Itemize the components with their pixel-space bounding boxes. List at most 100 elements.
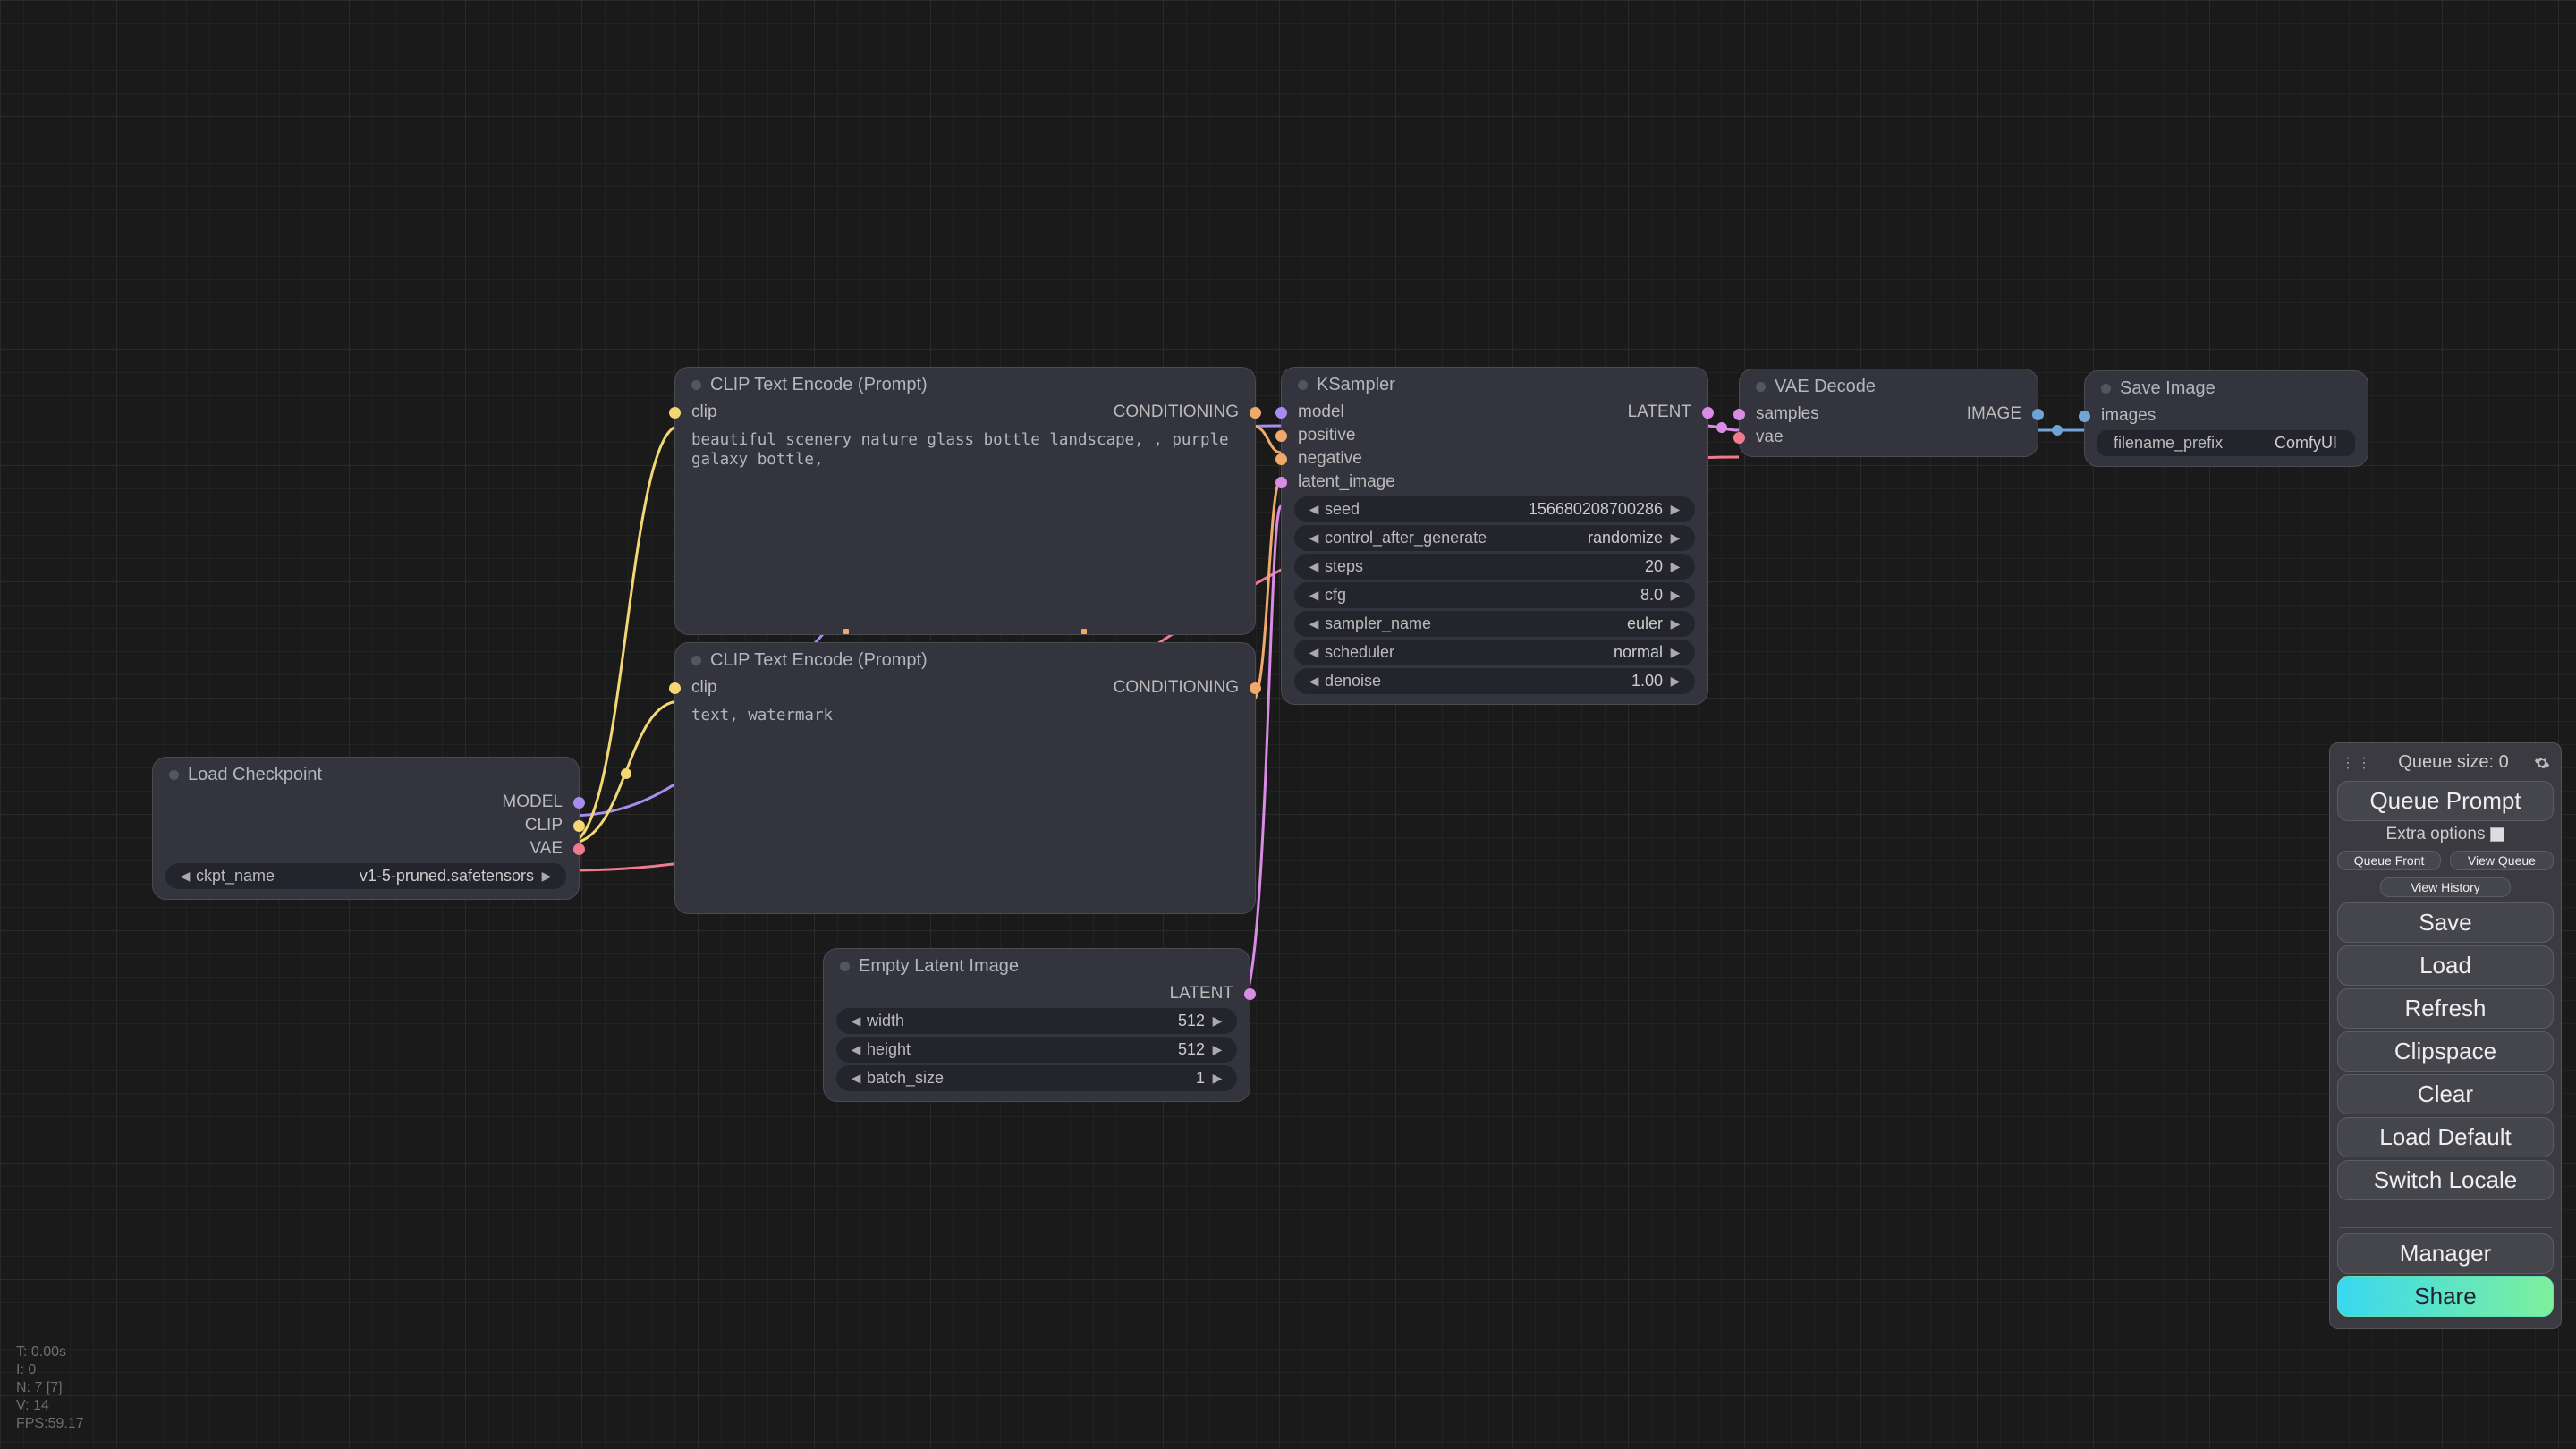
- chevron-right-icon[interactable]: ▶: [1668, 502, 1682, 517]
- output-conditioning: CONDITIONING: [1114, 402, 1239, 422]
- chevron-right-icon[interactable]: ▶: [539, 869, 554, 884]
- sampler-name-value: euler: [1627, 614, 1668, 633]
- cfg-label: cfg: [1321, 586, 1346, 605]
- steps-widget[interactable]: ◀steps 20▶: [1294, 554, 1695, 580]
- clipspace-button[interactable]: Clipspace: [2337, 1031, 2554, 1072]
- denoise-value: 1.00: [1631, 672, 1668, 691]
- filename-prefix-widget[interactable]: filename_prefix ComfyUI: [2097, 430, 2355, 456]
- height-value: 512: [1178, 1040, 1210, 1059]
- chevron-left-icon[interactable]: ◀: [849, 1071, 863, 1086]
- chevron-left-icon[interactable]: ◀: [1307, 559, 1321, 574]
- chevron-left-icon[interactable]: ◀: [849, 1013, 863, 1029]
- prompt-textarea[interactable]: text, watermark: [691, 705, 1239, 737]
- queue-prompt-button[interactable]: Queue Prompt: [2337, 781, 2554, 821]
- filename-prefix-label: filename_prefix: [2110, 434, 2223, 453]
- output-vae: VAE: [530, 839, 563, 859]
- width-value: 512: [1178, 1012, 1210, 1030]
- ckpt-name-value: v1-5-pruned.safetensors: [360, 867, 539, 886]
- input-latent-image: latent_image: [1298, 472, 1395, 492]
- extra-options-checkbox[interactable]: [2490, 827, 2504, 842]
- output-latent: LATENT: [1628, 402, 1691, 422]
- node-clip-negative[interactable]: CLIP Text Encode (Prompt) clip CONDITION…: [674, 642, 1256, 914]
- node-clip-positive[interactable]: CLIP Text Encode (Prompt) clip CONDITION…: [674, 367, 1256, 635]
- chevron-right-icon[interactable]: ▶: [1210, 1042, 1224, 1057]
- batch-size-widget[interactable]: ◀batch_size1▶: [836, 1065, 1237, 1091]
- switch-locale-button[interactable]: Switch Locale: [2337, 1160, 2554, 1200]
- chevron-right-icon[interactable]: ▶: [1668, 645, 1682, 660]
- input-clip: clip: [691, 402, 717, 422]
- output-model: MODEL: [502, 792, 563, 812]
- seed-value: 156680208700286: [1529, 500, 1668, 519]
- width-label: width: [863, 1012, 904, 1030]
- chevron-left-icon[interactable]: ◀: [1307, 674, 1321, 689]
- chevron-right-icon[interactable]: ▶: [1210, 1071, 1224, 1086]
- node-ksampler[interactable]: KSampler model LATENT positive negative l…: [1281, 367, 1708, 705]
- chevron-right-icon[interactable]: ▶: [1210, 1013, 1224, 1029]
- node-title: KSampler: [1317, 375, 1395, 395]
- gear-icon[interactable]: [2534, 755, 2550, 771]
- sampler-name-label: sampler_name: [1321, 614, 1431, 633]
- ckpt-name-label: ckpt_name: [192, 867, 275, 886]
- canvas-grid[interactable]: [0, 0, 2576, 1449]
- control-after-generate-widget[interactable]: ◀control_after_generaterandomize▶: [1294, 525, 1695, 551]
- filename-prefix-value: ComfyUI: [2275, 434, 2343, 453]
- ckpt-name-widget[interactable]: ◀ ckpt_name v1-5-pruned.safetensors ▶: [165, 863, 566, 889]
- input-model: model: [1298, 402, 1344, 422]
- chevron-right-icon[interactable]: ▶: [1668, 616, 1682, 631]
- input-images: images: [2101, 406, 2156, 426]
- node-vae-decode[interactable]: VAE Decode samples IMAGE vae: [1739, 369, 2038, 457]
- denoise-widget[interactable]: ◀denoise1.00▶: [1294, 668, 1695, 694]
- chevron-left-icon[interactable]: ◀: [1307, 616, 1321, 631]
- clear-button[interactable]: Clear: [2337, 1074, 2554, 1114]
- output-clip: CLIP: [525, 816, 563, 835]
- control-panel[interactable]: ⋮⋮ Queue size: 0 Queue Prompt Extra opti…: [2329, 742, 2562, 1329]
- sampler-name-widget[interactable]: ◀sampler_name euler▶: [1294, 611, 1695, 637]
- steps-label: steps: [1321, 557, 1363, 576]
- load-button[interactable]: Load: [2337, 945, 2554, 986]
- drag-grip-icon[interactable]: ⋮⋮: [2341, 754, 2373, 772]
- width-widget[interactable]: ◀width 512▶: [836, 1008, 1237, 1034]
- height-label: height: [863, 1040, 911, 1059]
- steps-value: 20: [1645, 557, 1668, 576]
- refresh-button[interactable]: Refresh: [2337, 988, 2554, 1029]
- input-vae: vae: [1756, 428, 1784, 447]
- cfg-widget[interactable]: ◀cfg8.0▶: [1294, 582, 1695, 608]
- output-image: IMAGE: [1967, 404, 2021, 424]
- view-history-button[interactable]: View History: [2380, 877, 2510, 897]
- input-negative: negative: [1298, 449, 1362, 469]
- node-title: Save Image: [2120, 378, 2216, 399]
- node-load-checkpoint[interactable]: Load Checkpoint MODEL CLIP VAE ◀ ckpt_na…: [152, 757, 580, 900]
- chevron-right-icon[interactable]: ▶: [1668, 588, 1682, 603]
- load-default-button[interactable]: Load Default: [2337, 1117, 2554, 1157]
- output-latent: LATENT: [1170, 984, 1233, 1004]
- node-empty-latent[interactable]: Empty Latent Image LATENT ◀width512▶ ◀he…: [823, 948, 1250, 1102]
- chevron-left-icon[interactable]: ◀: [849, 1042, 863, 1057]
- node-save-image[interactable]: Save Image images filename_prefix ComfyU…: [2084, 370, 2368, 467]
- chevron-left-icon[interactable]: ◀: [178, 869, 192, 884]
- input-positive: positive: [1298, 426, 1355, 445]
- height-widget[interactable]: ◀height 512▶: [836, 1037, 1237, 1063]
- chevron-left-icon[interactable]: ◀: [1307, 645, 1321, 660]
- cag-value: randomize: [1588, 529, 1668, 547]
- chevron-right-icon[interactable]: ▶: [1668, 674, 1682, 689]
- view-queue-button[interactable]: View Queue: [2450, 851, 2554, 870]
- chevron-right-icon[interactable]: ▶: [1668, 530, 1682, 546]
- input-clip: clip: [691, 678, 717, 698]
- save-button[interactable]: Save: [2337, 902, 2554, 943]
- node-title: VAE Decode: [1775, 377, 1876, 397]
- queue-size-label: Queue size: 0: [2398, 752, 2508, 773]
- chevron-left-icon[interactable]: ◀: [1307, 502, 1321, 517]
- seed-widget[interactable]: ◀seed156680208700286▶: [1294, 496, 1695, 522]
- chevron-right-icon[interactable]: ▶: [1668, 559, 1682, 574]
- batch-size-value: 1: [1196, 1069, 1210, 1088]
- chevron-left-icon[interactable]: ◀: [1307, 588, 1321, 603]
- output-conditioning: CONDITIONING: [1114, 678, 1239, 698]
- input-samples: samples: [1756, 404, 1819, 424]
- scheduler-widget[interactable]: ◀schedulernormal▶: [1294, 640, 1695, 665]
- share-button[interactable]: Share: [2337, 1276, 2554, 1317]
- prompt-textarea[interactable]: beautiful scenery nature glass bottle la…: [691, 429, 1239, 472]
- queue-front-button[interactable]: Queue Front: [2337, 851, 2441, 870]
- chevron-left-icon[interactable]: ◀: [1307, 530, 1321, 546]
- node-title: CLIP Text Encode (Prompt): [710, 650, 928, 671]
- manager-button[interactable]: Manager: [2337, 1233, 2554, 1274]
